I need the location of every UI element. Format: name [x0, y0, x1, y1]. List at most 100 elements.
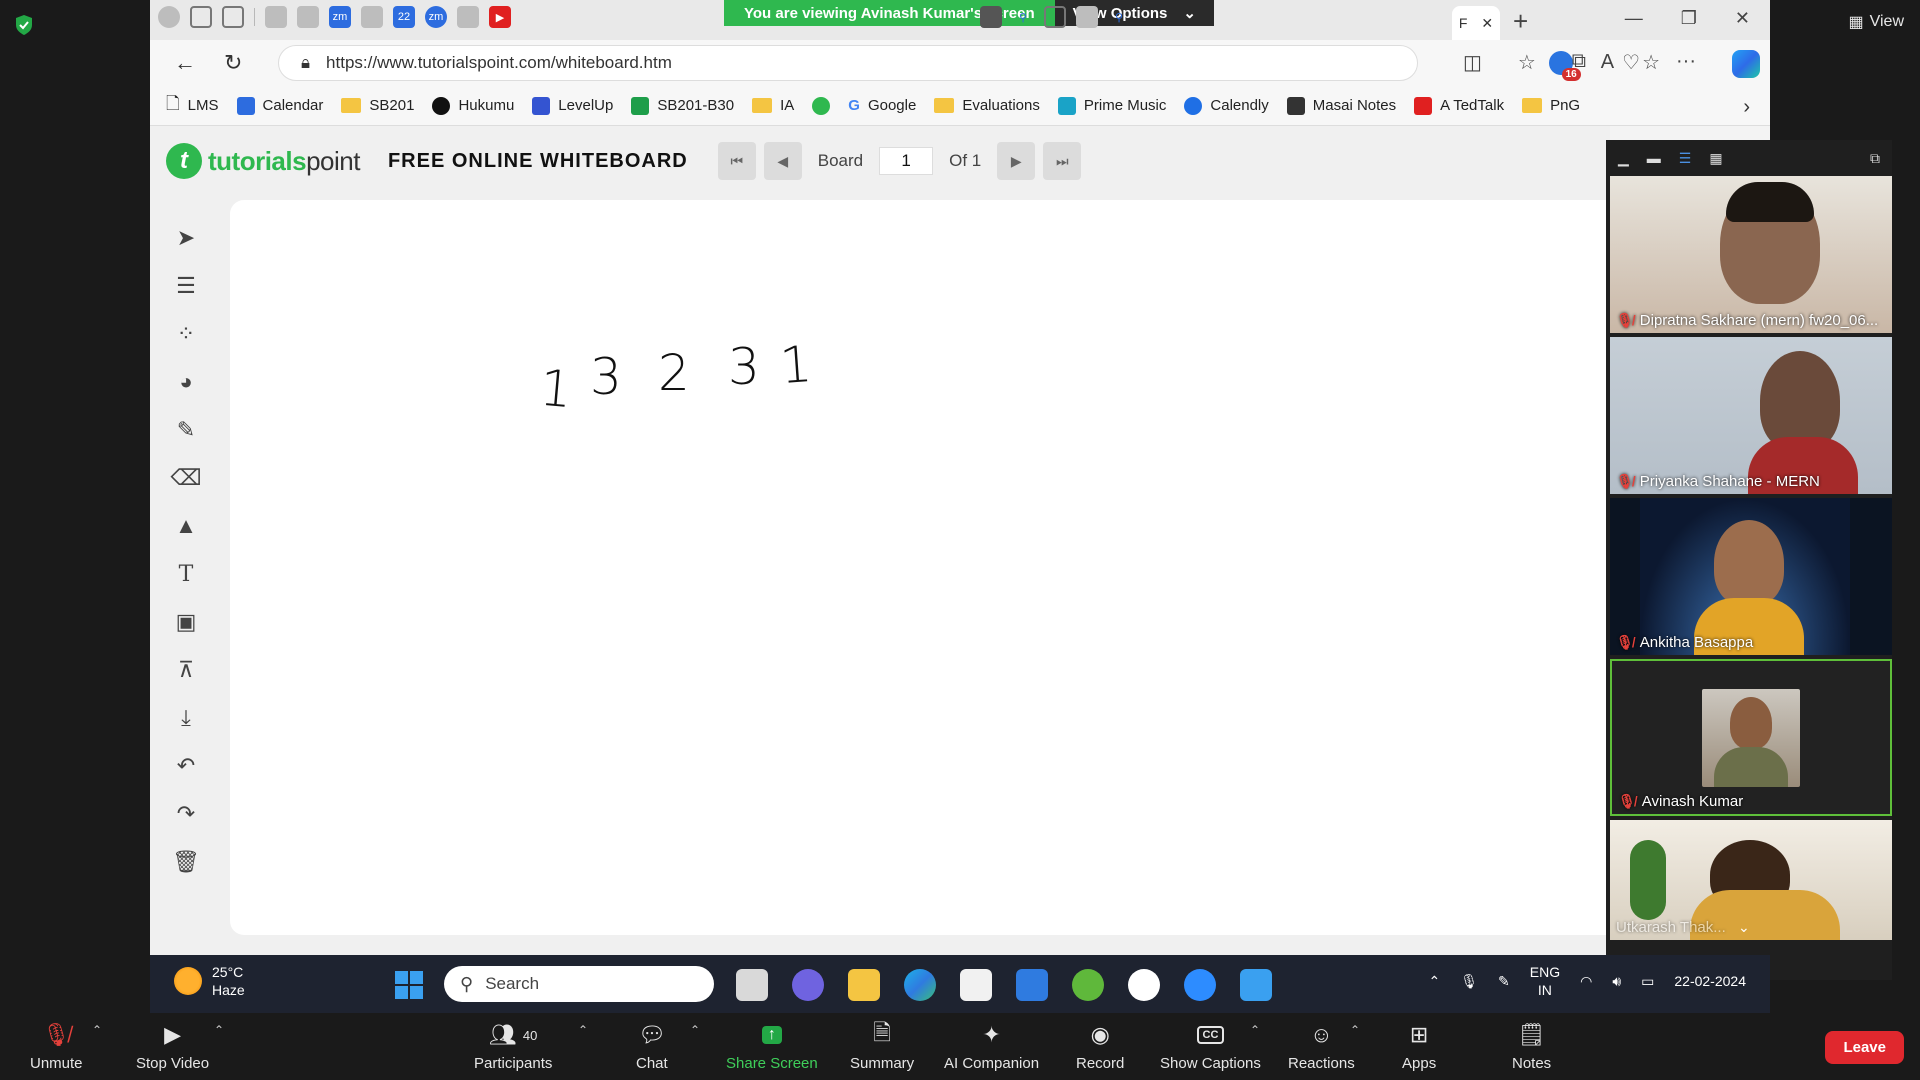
shapes-icon[interactable]: ▲	[172, 513, 200, 538]
split-screen-icon[interactable]: ◫	[1463, 50, 1482, 78]
volume-icon[interactable]: 🔊︎	[1612, 973, 1621, 990]
workspaces-icon[interactable]	[190, 6, 212, 28]
app-icon[interactable]	[1072, 969, 1104, 1001]
stop-video-button[interactable]: ▶︎ Stop Video	[136, 1021, 209, 1072]
gallery-view-icon[interactable]: ▦	[1709, 150, 1722, 167]
battery-icon[interactable]: ▭	[1641, 973, 1654, 990]
chevron-up-icon[interactable]: ⌃	[1350, 1023, 1360, 1037]
filmstrip-view-icon[interactable]: ☰	[1679, 150, 1692, 167]
record-button[interactable]: ◉ Record	[1076, 1021, 1124, 1072]
restore-icon[interactable]: ❐	[1681, 8, 1697, 29]
redo-icon[interactable]: ↷	[172, 801, 200, 826]
taskbar-search[interactable]: ⚲ Search	[444, 966, 714, 1002]
last-board-icon[interactable]: ⏭	[1043, 142, 1082, 180]
next-board-icon[interactable]: ▶	[997, 142, 1036, 180]
download-icon[interactable]: ⤓	[172, 705, 200, 730]
tab-page-icon[interactable]	[457, 6, 479, 28]
chevron-up-icon[interactable]: ⌃	[92, 1023, 102, 1037]
bookmark-item[interactable]: A TedTalk	[1414, 96, 1504, 115]
tab-calculator-icon[interactable]	[361, 6, 383, 28]
chevron-down-icon[interactable]: ⌄	[1738, 919, 1750, 936]
previous-board-icon[interactable]: ◀	[763, 142, 802, 180]
apps-button[interactable]: ⊞ Apps	[1402, 1021, 1436, 1072]
undo-icon[interactable]: ↶	[172, 753, 200, 778]
speaker-view-icon[interactable]: ▬	[1647, 150, 1661, 166]
chevron-up-icon[interactable]: ⌃	[1429, 973, 1441, 990]
bookmark-item[interactable]: Masai Notes	[1286, 96, 1396, 115]
tab-zoom-icon[interactable]: zm	[329, 6, 351, 28]
chat-button[interactable]: 💬︎ Chat	[636, 1021, 668, 1072]
address-bar[interactable]: 🔒︎ https://www.tutorialspoint.com/whiteb…	[278, 45, 1418, 81]
chevron-right-icon[interactable]: ›	[1743, 96, 1750, 119]
text-icon[interactable]: T	[172, 562, 200, 587]
bookmark-item[interactable]: IA	[752, 97, 794, 114]
layers-icon[interactable]: ☰	[172, 273, 200, 298]
board-number-input[interactable]: 1	[879, 147, 934, 175]
weather-widget[interactable]: 25°C Haze	[174, 963, 245, 999]
notepad-icon[interactable]	[1240, 969, 1272, 1001]
microphone-icon[interactable]: 🎙︎	[1460, 973, 1478, 990]
palette-icon[interactable]: ◕	[172, 369, 200, 394]
zoom-security-shield-icon[interactable]	[14, 14, 34, 36]
participant-tile[interactable]: 🎙︎̸ Dipratna Sakhare (mern) fw20_06...	[1610, 176, 1892, 333]
chat-app-icon[interactable]	[792, 969, 824, 1001]
participant-tile[interactable]: 🎙︎̸ Priyanka Shahane - MERN	[1610, 337, 1892, 494]
tab-search-icon[interactable]: ⚲	[1012, 6, 1034, 28]
presentation-icon[interactable]: ⊼	[172, 657, 200, 682]
bookmark-item[interactable]: Prime Music	[1057, 96, 1166, 115]
tab-actions-icon[interactable]	[222, 6, 244, 28]
bookmark-item[interactable]: PnG	[1522, 97, 1580, 114]
notes-button[interactable]: 🗒︎ Notes	[1512, 1021, 1551, 1072]
image-icon[interactable]: ▣	[172, 609, 200, 634]
first-board-icon[interactable]: ⏮	[717, 142, 756, 180]
tab-zoom-icon[interactable]: zm	[425, 6, 447, 28]
refresh-icon[interactable]: ↻	[224, 50, 242, 76]
pen-icon[interactable]: ✎	[1498, 973, 1510, 990]
bookmark-item[interactable]: 🗋︎ LMS	[166, 91, 219, 120]
eraser-icon[interactable]: ⌫	[170, 465, 201, 490]
view-button[interactable]: ▦ View	[1848, 12, 1904, 32]
browser-essentials-icon[interactable]: ♡	[1622, 50, 1640, 78]
ai-companion-button[interactable]: ✦ AI Companion	[944, 1021, 1039, 1072]
participant-tile-active-speaker[interactable]: 🎙︎̸ Avinash Kumar	[1610, 659, 1892, 816]
new-tab-icon[interactable]: +	[1513, 6, 1528, 37]
date-text[interactable]: 22-02-2024	[1674, 973, 1746, 989]
select-pointer-icon[interactable]: ➤	[172, 225, 200, 250]
mail-icon[interactable]	[1016, 969, 1048, 1001]
microsoft-store-icon[interactable]	[960, 969, 992, 1001]
windows-start-icon[interactable]	[395, 971, 423, 999]
bookmark-item[interactable]: SB201	[341, 97, 414, 114]
share-screen-button[interactable]: ↑ Share Screen	[726, 1021, 818, 1072]
file-explorer-icon[interactable]	[848, 969, 880, 1001]
edge-icon[interactable]	[904, 969, 936, 1001]
tab-react-icon[interactable]	[980, 6, 1002, 28]
more-menu-icon[interactable]: ···	[1676, 50, 1696, 78]
close-window-icon[interactable]: ✕	[1735, 8, 1750, 29]
summary-button[interactable]: 🗎︎ Summary	[850, 1020, 914, 1072]
participant-tile[interactable]: Utkarash Thak... ⌄	[1610, 820, 1892, 940]
tab-page-icon[interactable]	[1044, 6, 1066, 28]
slack-icon[interactable]	[1128, 969, 1160, 1001]
copilot-icon[interactable]	[1732, 50, 1760, 78]
bookmark-item[interactable]: LevelUp	[532, 96, 613, 115]
tab-page-icon[interactable]	[1076, 6, 1098, 28]
chevron-up-icon[interactable]: ⌃	[214, 1023, 224, 1037]
language-indicator[interactable]: ENG IN	[1530, 963, 1560, 999]
participants-button[interactable]: 👥︎ 40 Participants	[474, 1021, 552, 1072]
minimize-panel-icon[interactable]: ▁	[1618, 150, 1629, 167]
back-arrow-icon[interactable]: ←	[174, 50, 196, 76]
leave-button[interactable]: Leave	[1825, 1031, 1904, 1064]
tab-search-icon[interactable]: ⚲	[1108, 6, 1130, 28]
whiteboard-canvas[interactable]: 1 3 2 3 1	[230, 200, 1610, 935]
wifi-icon[interactable]: ◠	[1580, 973, 1592, 990]
zoom-app-icon[interactable]	[1184, 969, 1216, 1001]
favorites-icon[interactable]: ☆	[1518, 50, 1536, 78]
chevron-up-icon[interactable]: ⌃	[1250, 1023, 1260, 1037]
trash-icon[interactable]: 🗑︎	[172, 849, 200, 874]
pop-out-icon[interactable]: ⧉	[1870, 150, 1880, 167]
close-tab-icon[interactable]: ✕	[1481, 15, 1493, 32]
bookmark-item[interactable]: SB201-B30	[631, 96, 734, 115]
show-captions-button[interactable]: CC Show Captions	[1160, 1021, 1261, 1072]
minimize-icon[interactable]: —	[1625, 8, 1643, 29]
collections-icon[interactable]: ⧉	[1572, 50, 1586, 78]
